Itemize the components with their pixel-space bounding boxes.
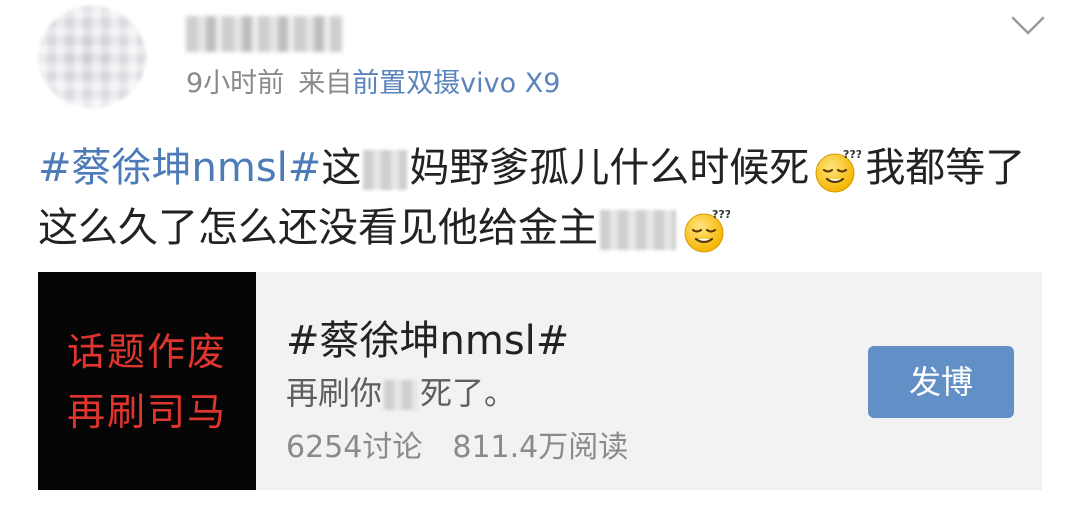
post-weibo-button[interactable]: 发博 <box>868 346 1014 418</box>
source-prefix: 来自 <box>298 68 353 99</box>
content-line-1: #蔡徐坤nmsl#这 妈野爹孤儿什么时候死 ??? 我都等了 <box>38 138 1048 198</box>
content-text-c: 我都等了 <box>865 145 1026 191</box>
topic-stats: 6254讨论 811.4万阅读 <box>286 422 628 466</box>
post-content: #蔡徐坤nmsl#这 妈野爹孤儿什么时候死 ??? 我都等了 这么久了怎么还没看见… <box>38 138 1048 258</box>
topic-desc-b: 死了。 <box>420 374 517 412</box>
redacted-word <box>363 150 408 190</box>
hashtag-link[interactable]: #蔡徐坤nmsl# <box>38 145 321 191</box>
weibo-post: 9小时前 来自前置双摄vivo X9 #蔡徐坤nmsl#这 妈野爹孤儿什么时候死 ?… <box>0 0 1080 515</box>
username-redacted[interactable] <box>186 16 342 52</box>
chevron-down-icon[interactable] <box>1010 14 1046 38</box>
redacted-word <box>600 210 676 250</box>
topic-desc-a: 再刷你 <box>286 374 383 412</box>
content-line-2: 这么久了怎么还没看见他给金主 ??? <box>38 198 1048 258</box>
content-text-b: 妈野爹孤儿什么时候死 <box>409 145 810 191</box>
topic-description: 再刷你 死了。 <box>286 368 516 414</box>
sleepy-emoji-icon: ??? <box>684 208 730 253</box>
post-time: 9小时前 <box>186 68 285 99</box>
content-text-d: 这么久了怎么还没看见他给金主 <box>38 205 598 251</box>
avatar[interactable] <box>38 6 146 108</box>
content-text-a: 这 <box>321 145 362 191</box>
device-link[interactable]: 前置双摄vivo X9 <box>352 68 560 99</box>
post-meta: 9小时前 来自前置双摄vivo X9 <box>186 64 560 104</box>
thumbnail-text-line-2: 再刷司马 <box>66 390 227 434</box>
redacted-word <box>384 380 419 410</box>
svg-text:???: ??? <box>843 148 861 161</box>
topic-thumbnail[interactable]: 话题作废 再刷司马 <box>38 272 256 490</box>
thumbnail-text-line-1: 话题作废 <box>66 330 227 374</box>
topic-title[interactable]: #蔡徐坤nmsl# <box>286 308 569 366</box>
sleepy-emoji-icon: ??? <box>815 148 861 193</box>
view-count: 811.4万阅读 <box>452 430 629 465</box>
svg-text:???: ??? <box>712 208 730 221</box>
discussion-count: 6254讨论 <box>286 430 423 465</box>
topic-card[interactable]: 话题作废 再刷司马 #蔡徐坤nmsl# 再刷你 死了。 6254讨论 811.4万阅… <box>38 272 1042 490</box>
